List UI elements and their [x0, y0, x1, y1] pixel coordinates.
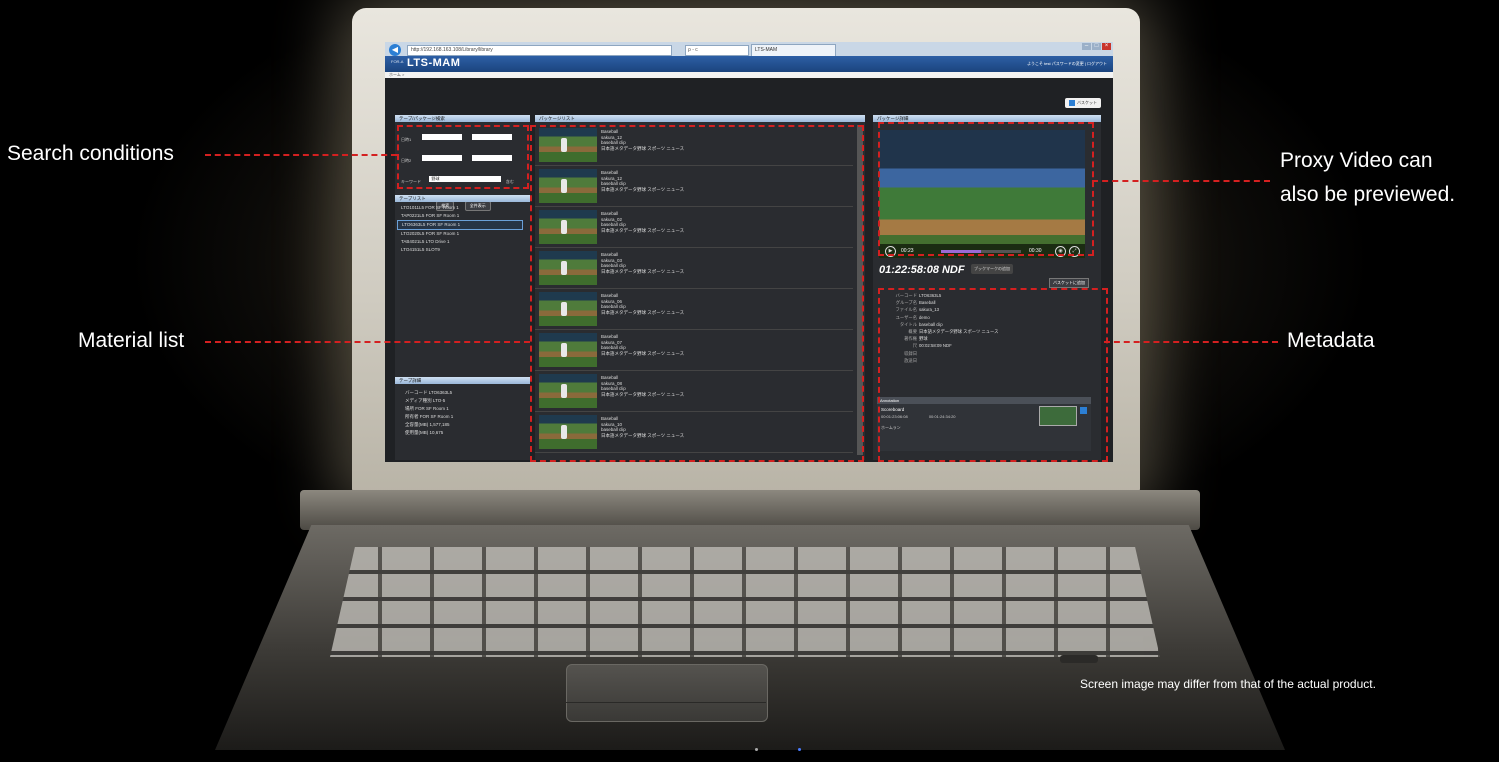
browser-search-box[interactable]: ρ - c: [685, 45, 749, 56]
material-frame: [530, 125, 864, 462]
callout-metadata: Metadata: [1287, 329, 1375, 352]
tape-list-item[interactable]: LTO2020L5 FOR SF Room 1: [397, 230, 523, 238]
metadata-frame: [878, 288, 1108, 462]
tape-list-item[interactable]: LTO4151L5 SLOT9: [397, 246, 523, 254]
add-bookmark-button[interactable]: ブックマークの追加: [971, 264, 1013, 274]
tape-list-item[interactable]: LTO1011L5 FOR SF Room 1: [397, 204, 523, 212]
tape-detail-row: 場所 FOR SF Room 1: [405, 406, 449, 411]
brand-logo: FOR-A: [391, 59, 404, 64]
tape-detail-row: バーコード LTO6363L5: [405, 390, 453, 395]
callout-search: Search conditions: [7, 142, 174, 165]
tape-detail: バーコード LTO6363L5 メディア種別 LTO-5 場所 FOR SF Roo…: [401, 389, 525, 437]
video-frame: [878, 122, 1094, 256]
close-icon[interactable]: ×: [1102, 43, 1111, 50]
package-list-title: パッケージリスト: [535, 115, 865, 122]
fingerprint-reader: [1060, 655, 1098, 663]
app-title: LTS-MAM: [407, 57, 461, 69]
callout-material: Material list: [78, 329, 185, 352]
metadata-leader: [1104, 341, 1278, 343]
tape-list-title: テープリスト: [395, 195, 530, 202]
touchpad-divider: [566, 702, 766, 703]
disclaimer: Screen image may differ from that of the…: [1080, 677, 1376, 691]
tape-detail-row: 使用量(MB) 10,675: [405, 430, 444, 435]
tape-detail-row: 全容量(MB) 1,577,185: [405, 422, 450, 427]
laptop-hinge: [300, 490, 1200, 530]
search-panel-title: テープ/パッケージ検索: [395, 115, 530, 122]
callout-proxy-2: also be previewed.: [1280, 183, 1456, 206]
callout-proxy-1: Proxy Video can: [1280, 149, 1433, 172]
status-led: [755, 748, 758, 751]
tape-list-item[interactable]: LTO6363L5 FOR SF Room 1: [397, 220, 523, 230]
tape-list: LTO1011L5 FOR SF Room 1 TAP0221L5 FOR SF …: [397, 204, 523, 254]
search-leader: [205, 154, 397, 156]
power-led: [798, 748, 801, 751]
add-to-basket-button[interactable]: バスケットに追加: [1049, 278, 1089, 288]
material-leader: [205, 341, 530, 343]
address-bar[interactable]: http://192.168.163.108/Library/library: [407, 45, 672, 56]
tape-detail-title: テープ詳細: [395, 377, 530, 384]
tape-list-item[interactable]: TAB4021L5 LTO Drive 1: [397, 238, 523, 246]
tape-detail-row: 所有者 FOR SF Room 1: [405, 414, 454, 419]
laptop-touchpad: [566, 664, 768, 722]
timecode: 01:22:58:08 NDF: [879, 264, 965, 276]
laptop-keyboard: [330, 547, 1160, 657]
tape-list-item[interactable]: TAP0221L5 FOR SF Room 1: [397, 212, 523, 220]
proxy-leader: [1092, 180, 1270, 182]
back-icon[interactable]: ◀: [389, 44, 401, 56]
search-frame: [397, 125, 529, 189]
tape-detail-row: メディア種別 LTO-5: [405, 398, 446, 403]
